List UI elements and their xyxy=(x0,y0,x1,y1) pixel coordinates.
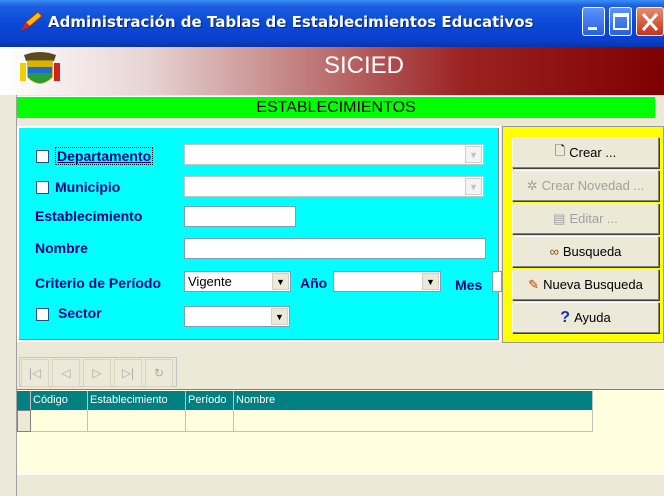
prior-record-button[interactable]: ◁ xyxy=(52,359,80,387)
grid-cell[interactable] xyxy=(234,410,593,432)
maximize-button[interactable] xyxy=(609,7,632,36)
grid-cell[interactable] xyxy=(186,410,234,432)
window-titlebar[interactable]: Administración de Tablas de Establecimie… xyxy=(0,0,664,47)
left-strip xyxy=(0,95,17,496)
establecimiento-input[interactable] xyxy=(184,206,296,227)
column-header-codigo[interactable]: Código xyxy=(31,391,88,410)
grid-cell[interactable] xyxy=(31,410,88,432)
minimize-icon xyxy=(588,27,597,30)
record-navigator: |◁ ◁ ▷ ▷| ↻ xyxy=(19,357,177,387)
minimize-button[interactable] xyxy=(582,7,605,36)
nueva-busqueda-button[interactable]: ✎ Nueva Busqueda xyxy=(512,269,659,300)
grid-cell[interactable] xyxy=(88,410,186,432)
ayuda-button[interactable]: ? Ayuda xyxy=(512,302,659,333)
section-title: ESTABLECIMIENTOS xyxy=(256,99,416,116)
editar-label: Editar ... xyxy=(569,211,618,226)
criterio-periodo-select[interactable]: Vigente ▼ xyxy=(184,271,291,292)
busqueda-button[interactable]: ∞ Busqueda xyxy=(512,236,659,267)
anio-select[interactable]: ▼ xyxy=(333,271,441,292)
pencil-app-icon xyxy=(20,11,43,32)
first-record-button[interactable]: |◁ xyxy=(21,359,49,387)
first-icon: |◁ xyxy=(28,366,42,380)
crear-novedad-button[interactable]: ✲ Crear Novedad ... xyxy=(512,170,659,201)
sector-label: Sector xyxy=(58,305,102,321)
help-icon: ? xyxy=(560,308,571,326)
close-icon xyxy=(641,13,659,31)
refresh-icon: ↻ xyxy=(153,366,165,380)
header-banner: SICIED xyxy=(0,47,664,95)
section-header: ESTABLECIMIENTOS xyxy=(17,96,655,118)
next-record-button[interactable]: ▷ xyxy=(83,359,111,387)
sector-select[interactable]: ▼ xyxy=(184,306,290,327)
crear-button[interactable]: 🗋 Crear ... xyxy=(512,137,659,168)
sector-checkbox[interactable] xyxy=(36,308,49,321)
crear-label: Crear ... xyxy=(569,145,617,160)
chevron-down-icon: ▼ xyxy=(272,273,289,290)
next-icon: ▷ xyxy=(92,366,102,380)
status-bar xyxy=(17,474,664,496)
criterio-periodo-value: Vigente xyxy=(188,274,232,289)
mes-label: Mes xyxy=(455,277,483,293)
column-header-establecimiento[interactable]: Establecimiento xyxy=(88,391,186,410)
ayuda-label: Ayuda xyxy=(574,310,611,325)
grid-header: Código Establecimiento Período Nombre xyxy=(17,391,593,410)
coat-of-arms-logo xyxy=(20,52,60,84)
chevron-down-icon: ▼ xyxy=(465,178,482,195)
refresh-button[interactable]: ↻ xyxy=(145,359,173,387)
column-header-periodo[interactable]: Período xyxy=(186,391,234,410)
row-indicator-header xyxy=(17,391,31,410)
window-title: Administración de Tablas de Establecimie… xyxy=(48,13,534,31)
sparkle-icon: ✲ xyxy=(526,177,538,193)
binoculars-icon: ∞ xyxy=(549,244,559,259)
criterio-periodo-label: Criterio de Período xyxy=(35,275,162,291)
nombre-label: Nombre xyxy=(35,240,88,256)
brush-icon: ✎ xyxy=(528,276,540,292)
maximize-icon xyxy=(613,13,629,30)
departamento-checkbox[interactable] xyxy=(36,150,49,163)
departamento-select[interactable]: ▼ xyxy=(184,144,484,165)
municipio-label: Municipio xyxy=(55,179,121,195)
establecimiento-label: Establecimiento xyxy=(35,208,143,224)
app-title: SICIED xyxy=(324,52,405,79)
chevron-down-icon: ▼ xyxy=(422,273,439,290)
chevron-down-icon: ▼ xyxy=(271,308,288,325)
editar-button[interactable]: ▤ Editar ... xyxy=(512,203,659,234)
municipio-select[interactable]: ▼ xyxy=(184,176,484,197)
row-indicator xyxy=(17,410,31,432)
last-icon: ▷| xyxy=(121,366,135,380)
last-record-button[interactable]: ▷| xyxy=(114,359,142,387)
anio-label: Año xyxy=(300,275,328,291)
nombre-input[interactable] xyxy=(184,238,486,259)
table-row[interactable] xyxy=(17,410,593,432)
new-document-icon: 🗋 xyxy=(554,142,566,158)
municipio-checkbox[interactable] xyxy=(36,181,49,194)
busqueda-label: Busqueda xyxy=(562,244,622,259)
column-header-nombre[interactable]: Nombre xyxy=(234,391,593,410)
prior-icon: ◁ xyxy=(61,366,71,380)
close-button[interactable] xyxy=(636,7,664,36)
chevron-down-icon: ▼ xyxy=(465,146,482,163)
crear-novedad-label: Crear Novedad ... xyxy=(541,178,645,193)
mes-select[interactable] xyxy=(492,271,502,292)
departamento-label: Departamento xyxy=(55,147,154,165)
nueva-busqueda-label: Nueva Busqueda xyxy=(543,277,643,292)
edit-document-icon: ▤ xyxy=(553,210,566,226)
